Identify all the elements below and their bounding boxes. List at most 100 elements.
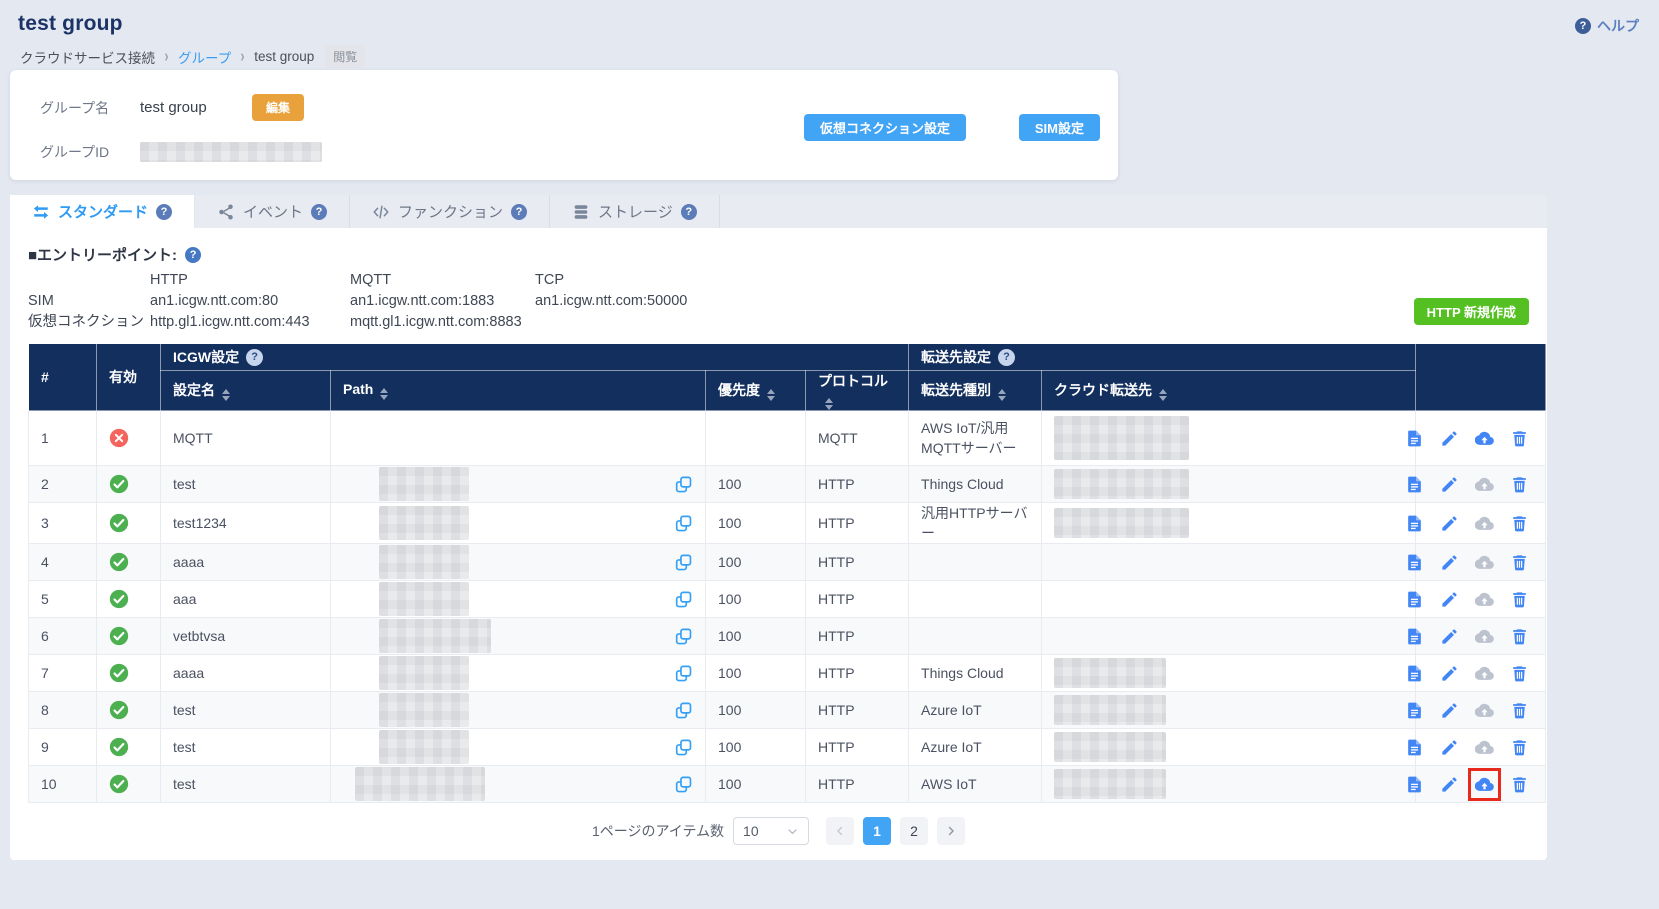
tab-function[interactable]: ファンクション: [350, 195, 550, 228]
tab-standard-label: スタンダード: [58, 201, 148, 222]
entry-sim-http: an1.icgw.ntt.com:80: [150, 291, 350, 312]
prev-page-button[interactable]: [826, 817, 854, 845]
enabled-status-icon: [109, 474, 129, 494]
edit-pencil-icon[interactable]: [1440, 514, 1459, 533]
group-info-card: グループ名 test group 編集 グループID 仮想コネクション設定 SI…: [10, 70, 1118, 180]
masked-cloud-dest: [1054, 695, 1166, 725]
detail-document-icon[interactable]: [1405, 475, 1424, 494]
delete-trash-icon[interactable]: [1510, 429, 1529, 448]
breadcrumb-separator-icon: [165, 47, 169, 67]
copy-icon[interactable]: [674, 701, 693, 720]
column-header-path[interactable]: Path: [331, 371, 706, 411]
breadcrumb-item-group[interactable]: グループ: [178, 47, 231, 67]
edit-pencil-icon[interactable]: [1440, 627, 1459, 646]
edit-pencil-icon[interactable]: [1440, 775, 1459, 794]
table-row: 8 test 100 HTTP Azure IoT: [29, 692, 1546, 729]
cloud-upload-icon-highlighted[interactable]: [1475, 775, 1494, 794]
cloud-upload-icon[interactable]: [1475, 429, 1494, 448]
delete-trash-icon[interactable]: [1510, 701, 1529, 720]
detail-document-icon[interactable]: [1405, 514, 1424, 533]
sort-icon[interactable]: [222, 389, 230, 401]
masked-path: [379, 467, 469, 501]
row-actions: [1428, 590, 1533, 609]
column-header-priority[interactable]: 優先度: [706, 371, 806, 411]
sort-icon[interactable]: [1159, 389, 1167, 401]
copy-icon[interactable]: [674, 475, 693, 494]
column-header-actions: [1416, 344, 1546, 411]
detail-document-icon[interactable]: [1405, 429, 1424, 448]
protocol-cell: HTTP: [806, 618, 909, 655]
column-header-enabled[interactable]: 有効: [97, 344, 161, 411]
dest-type-cell: [909, 544, 1042, 581]
edit-pencil-icon[interactable]: [1440, 429, 1459, 448]
copy-icon[interactable]: [674, 514, 693, 533]
delete-trash-icon[interactable]: [1510, 775, 1529, 794]
entry-row-sim-label: SIM: [28, 291, 150, 312]
forward-help-icon[interactable]: [998, 349, 1015, 366]
delete-trash-icon[interactable]: [1510, 590, 1529, 609]
entry-points-help-icon[interactable]: [185, 247, 201, 263]
copy-icon[interactable]: [674, 590, 693, 609]
tab-standard[interactable]: スタンダード: [10, 195, 195, 228]
detail-document-icon[interactable]: [1405, 664, 1424, 683]
sort-icon[interactable]: [380, 388, 388, 400]
delete-trash-icon[interactable]: [1510, 627, 1529, 646]
sort-icon[interactable]: [767, 389, 775, 401]
copy-icon[interactable]: [674, 627, 693, 646]
column-header-cloud-dest[interactable]: クラウド転送先: [1042, 371, 1416, 411]
detail-document-icon[interactable]: [1405, 627, 1424, 646]
copy-icon[interactable]: [674, 775, 693, 794]
sort-icon[interactable]: [998, 389, 1006, 401]
tab-function-help-icon[interactable]: [511, 204, 527, 220]
help-link[interactable]: ヘルプ: [1575, 16, 1639, 36]
copy-icon[interactable]: [674, 553, 693, 572]
page-button-1[interactable]: 1: [863, 817, 891, 845]
detail-document-icon[interactable]: [1405, 701, 1424, 720]
edit-pencil-icon[interactable]: [1440, 553, 1459, 572]
tab-storage-help-icon[interactable]: [681, 204, 697, 220]
chevron-down-icon: [786, 825, 799, 838]
column-header-name[interactable]: 設定名: [161, 371, 331, 411]
row-number: 6: [29, 618, 97, 655]
sim-settings-button[interactable]: SIM設定: [1019, 114, 1100, 141]
edit-pencil-icon[interactable]: [1440, 664, 1459, 683]
delete-trash-icon[interactable]: [1510, 514, 1529, 533]
virtual-connection-settings-button[interactable]: 仮想コネクション設定: [804, 114, 966, 141]
delete-trash-icon[interactable]: [1510, 738, 1529, 757]
copy-icon[interactable]: [674, 664, 693, 683]
icgw-help-icon[interactable]: [246, 349, 263, 366]
tab-standard-help-icon[interactable]: [156, 204, 172, 220]
edit-pencil-icon[interactable]: [1440, 701, 1459, 720]
tab-event-help-icon[interactable]: [311, 204, 327, 220]
column-header-num[interactable]: #: [29, 344, 97, 411]
page-button-2[interactable]: 2: [900, 817, 928, 845]
detail-document-icon[interactable]: [1405, 590, 1424, 609]
tab-storage[interactable]: ストレージ: [550, 195, 720, 228]
detail-document-icon[interactable]: [1405, 738, 1424, 757]
detail-document-icon[interactable]: [1405, 553, 1424, 572]
next-page-button[interactable]: [937, 817, 965, 845]
column-header-protocol[interactable]: プロトコル: [806, 371, 909, 411]
page-title: test group: [18, 12, 123, 36]
delete-trash-icon[interactable]: [1510, 664, 1529, 683]
delete-trash-icon[interactable]: [1510, 475, 1529, 494]
edit-pencil-icon[interactable]: [1440, 475, 1459, 494]
tab-event[interactable]: イベント: [195, 195, 350, 228]
masked-path: [379, 506, 469, 540]
http-create-button[interactable]: HTTP 新規作成: [1414, 298, 1529, 325]
edit-pencil-icon[interactable]: [1440, 738, 1459, 757]
entry-points-title: ■エントリーポイント:: [28, 244, 177, 265]
column-header-dest-type[interactable]: 転送先種別: [909, 371, 1042, 411]
delete-trash-icon[interactable]: [1510, 553, 1529, 572]
detail-document-icon[interactable]: [1405, 775, 1424, 794]
priority-cell: 100: [706, 618, 806, 655]
edit-pencil-icon[interactable]: [1440, 590, 1459, 609]
priority-cell: 100: [706, 581, 806, 618]
dest-type-cell: AWS IoT/汎用 MQTTサーバー: [909, 411, 1042, 466]
sort-icon[interactable]: [825, 398, 833, 410]
edit-button[interactable]: 編集: [252, 94, 304, 121]
row-number: 4: [29, 544, 97, 581]
page-size-select[interactable]: 10: [733, 817, 809, 845]
copy-icon[interactable]: [674, 738, 693, 757]
row-actions: [1428, 429, 1533, 448]
